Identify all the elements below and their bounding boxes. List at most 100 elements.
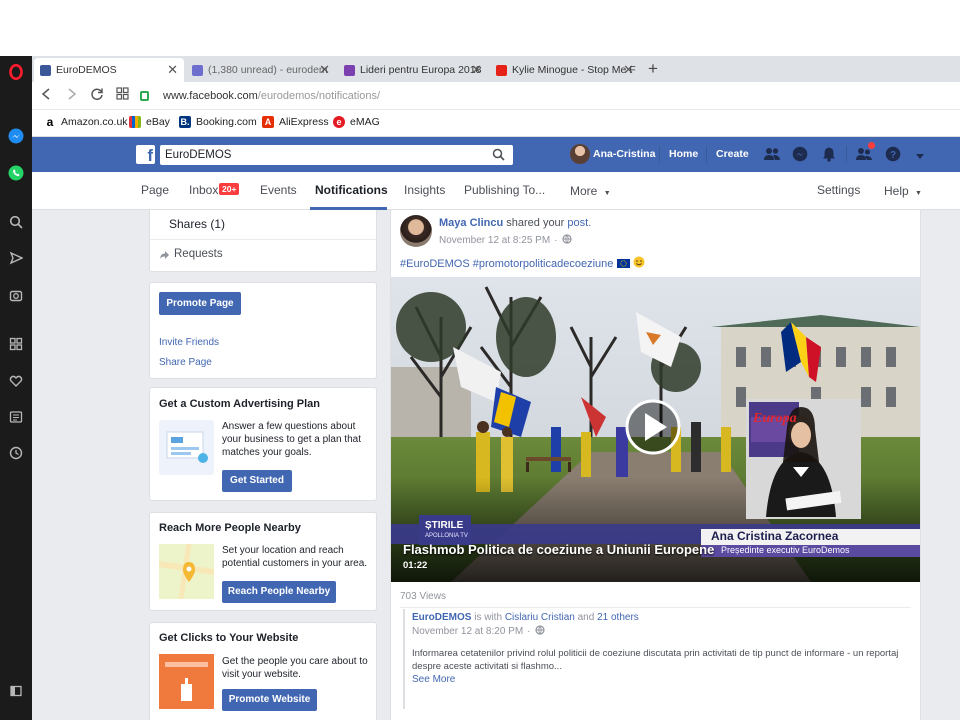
bookmark-ebay[interactable]: eBay bbox=[129, 116, 170, 128]
requests-item[interactable]: Requests bbox=[174, 248, 223, 260]
bookmark-booking[interactable]: B. Booking.com bbox=[179, 116, 257, 128]
tab-eurodemos[interactable]: EuroDEMOS ✕ bbox=[34, 58, 184, 82]
shared-post-timestamp[interactable]: November 12 at 8:20 PM · bbox=[412, 625, 545, 638]
tagged-person-link[interactable]: Cislariu Cristian bbox=[505, 612, 575, 623]
map-pin-illustration bbox=[158, 543, 215, 600]
tab-page[interactable]: Page bbox=[141, 183, 169, 197]
messenger-icon[interactable] bbox=[8, 128, 24, 144]
search-value: EuroDEMOS bbox=[165, 149, 232, 161]
heart-icon[interactable] bbox=[8, 373, 24, 389]
send-icon[interactable] bbox=[8, 250, 24, 266]
shares-card: Shares (1) Requests bbox=[149, 210, 377, 272]
search-input[interactable]: EuroDEMOS bbox=[160, 145, 513, 165]
friend-requests-icon[interactable] bbox=[763, 146, 780, 162]
notification-dot-badge bbox=[868, 142, 875, 149]
url-host: www.facebook.com bbox=[163, 90, 258, 102]
station-logo: ȘTIRILE bbox=[425, 520, 464, 531]
shared-author-link[interactable]: EuroDEMOS bbox=[412, 612, 471, 623]
camera-icon[interactable] bbox=[8, 287, 24, 303]
tab-publishing-tools[interactable]: Publishing To... bbox=[464, 183, 545, 197]
facebook-favicon-icon bbox=[40, 64, 51, 76]
chevron-down-icon: ▼ bbox=[915, 190, 922, 197]
tab-mail[interactable]: (1,380 unread) - eurodem ✕ bbox=[186, 58, 336, 82]
shares-item[interactable]: Shares (1) bbox=[169, 217, 225, 231]
new-tab-icon[interactable]: + bbox=[648, 59, 658, 79]
booking-icon: B. bbox=[179, 116, 191, 128]
speed-dial-icon[interactable] bbox=[8, 336, 24, 352]
history-icon[interactable] bbox=[8, 445, 24, 461]
ad-plan-card: Get a Custom Advertising Plan Answer a f… bbox=[149, 387, 377, 501]
account-menu-chevron-icon[interactable] bbox=[915, 150, 931, 166]
bookmark-amazon[interactable]: a Amazon.co.uk bbox=[44, 115, 128, 129]
ad-plan-description: Answer a few questions about your busine… bbox=[222, 421, 361, 458]
tab-title: Lideri pentru Europa 2018 bbox=[360, 64, 482, 76]
svg-text:?: ? bbox=[890, 150, 896, 161]
tab-youtube[interactable]: Kylie Minogue - Stop Me F ✕ bbox=[490, 58, 640, 82]
browser-tab-bar: EuroDEMOS ✕ (1,380 unread) - eurodem ✕ L… bbox=[32, 56, 960, 82]
station-logo-sub: APOLLONIA TV bbox=[425, 533, 468, 539]
close-tab-icon[interactable]: ✕ bbox=[623, 62, 634, 78]
bookmark-aliexpress[interactable]: A AliExpress bbox=[262, 116, 329, 128]
share-page-link[interactable]: Share Page bbox=[159, 357, 212, 368]
get-started-button[interactable]: Get Started bbox=[222, 470, 292, 492]
help-icon[interactable]: ? bbox=[885, 146, 901, 162]
tab-insights[interactable]: Insights bbox=[404, 183, 445, 197]
others-link[interactable]: 21 others bbox=[597, 612, 639, 623]
hashtags-link[interactable]: #EuroDEMOS #promotorpoliticadecoeziune bbox=[400, 258, 613, 270]
reload-icon[interactable] bbox=[90, 87, 104, 105]
tab-help[interactable]: Help ▼ bbox=[884, 184, 922, 198]
emag-icon: e bbox=[333, 116, 345, 128]
mail-favicon-icon bbox=[192, 64, 203, 76]
tab-more[interactable]: More ▼ bbox=[570, 184, 611, 198]
news-icon[interactable] bbox=[8, 409, 24, 425]
bookmark-label: eMAG bbox=[350, 116, 380, 128]
tab-lideri[interactable]: Lideri pentru Europa 2018 ✕ bbox=[338, 58, 488, 82]
tab-settings[interactable]: Settings bbox=[817, 183, 860, 197]
video-player[interactable]: Europa ȘTIRILE APOLLONIA TV Ana Cristina… bbox=[391, 277, 920, 582]
home-link[interactable]: Home bbox=[669, 148, 698, 160]
search-icon[interactable] bbox=[8, 214, 24, 230]
tab-title: (1,380 unread) - eurodem bbox=[208, 64, 328, 76]
promote-website-button[interactable]: Promote Website bbox=[222, 689, 317, 711]
tabs-grid-icon[interactable] bbox=[116, 87, 129, 104]
sidebar-toggle-icon[interactable] bbox=[8, 683, 24, 699]
tab-events[interactable]: Events bbox=[260, 183, 297, 197]
promote-page-button[interactable]: Promote Page bbox=[159, 292, 241, 315]
eu-flag-icon bbox=[617, 259, 631, 268]
notifications-bell-icon[interactable] bbox=[821, 146, 837, 162]
url-field[interactable]: www.facebook.com/eurodemos/notifications… bbox=[140, 86, 960, 106]
opera-logo-icon[interactable] bbox=[8, 64, 24, 80]
search-icon[interactable] bbox=[492, 148, 505, 168]
help-label: Help bbox=[884, 184, 909, 198]
tab-notifications[interactable]: Notifications bbox=[315, 183, 388, 197]
messenger-icon[interactable] bbox=[792, 146, 808, 162]
bookmark-emag[interactable]: e eMAG bbox=[333, 116, 380, 128]
post-timestamp[interactable]: November 12 at 8:25 PM · bbox=[439, 234, 572, 247]
close-tab-icon[interactable]: ✕ bbox=[167, 62, 178, 78]
bookmark-label: AliExpress bbox=[279, 116, 329, 128]
bookmark-label: Booking.com bbox=[196, 116, 257, 128]
promote-card: Promote Page Invite Friends Share Page bbox=[149, 282, 377, 379]
tab-inbox[interactable]: Inbox bbox=[189, 183, 218, 197]
author-avatar[interactable] bbox=[400, 215, 432, 247]
see-more-link[interactable]: See More bbox=[412, 674, 455, 685]
author-name-link[interactable]: Maya Clincu bbox=[439, 217, 503, 229]
shared-post-text: Informarea cetatenilor privind rolul pol… bbox=[412, 648, 899, 672]
lock-icon bbox=[140, 91, 149, 101]
post-card: Maya Clincu shared your post. November 1… bbox=[390, 210, 921, 720]
back-icon[interactable] bbox=[40, 87, 52, 105]
post-link[interactable]: post. bbox=[567, 217, 591, 229]
post-hashtags: #EuroDEMOS #promotorpoliticadecoeziune bbox=[400, 256, 645, 271]
whatsapp-icon[interactable] bbox=[8, 165, 24, 181]
forward-icon[interactable] bbox=[66, 87, 78, 105]
profile-avatar[interactable] bbox=[570, 144, 590, 164]
facebook-logo-icon[interactable]: f bbox=[136, 145, 155, 164]
close-tab-icon[interactable]: ✕ bbox=[471, 62, 482, 78]
profile-name-link[interactable]: Ana-Cristina bbox=[593, 148, 655, 160]
invite-friends-link[interactable]: Invite Friends bbox=[159, 337, 219, 348]
nav-divider bbox=[846, 146, 847, 163]
reach-people-nearby-button[interactable]: Reach People Nearby bbox=[222, 581, 336, 603]
facebook-top-bar: f EuroDEMOS Ana-Cristina Home Create ? bbox=[32, 137, 960, 172]
create-link[interactable]: Create bbox=[716, 148, 749, 160]
close-tab-icon[interactable]: ✕ bbox=[319, 62, 330, 78]
